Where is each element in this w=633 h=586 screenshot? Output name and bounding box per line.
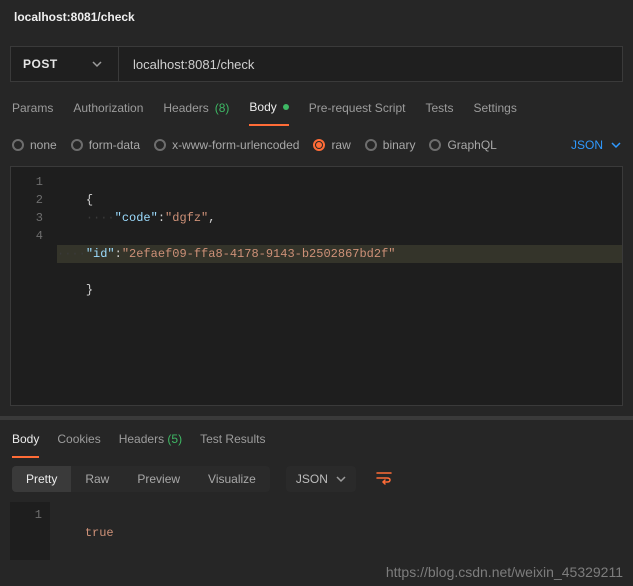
body-type-none[interactable]: none <box>12 138 57 152</box>
request-tabs: Params Authorization Headers (8) Body Pr… <box>0 82 633 126</box>
response-mime-selector[interactable]: JSON <box>286 466 356 492</box>
tab-settings[interactable]: Settings <box>474 100 517 126</box>
resp-tab-testresults[interactable]: Test Results <box>200 432 265 458</box>
chevron-down-icon <box>336 474 346 484</box>
tab-prerequest[interactable]: Pre-request Script <box>309 100 406 126</box>
watermark-text: https://blog.csdn.net/weixin_45329211 <box>386 564 623 580</box>
chevron-down-icon <box>611 140 621 150</box>
body-type-raw[interactable]: raw <box>313 138 350 152</box>
response-view-row: Pretty Raw Preview Visualize JSON <box>0 458 633 498</box>
body-type-graphql-label: GraphQL <box>447 138 496 152</box>
body-type-raw-label: raw <box>331 138 350 152</box>
tab-body[interactable]: Body <box>249 100 288 126</box>
editor-code[interactable]: { ····"code":"dgfz", ····"id":"2efaef09-… <box>51 167 622 405</box>
response-code[interactable]: true <box>50 502 623 560</box>
body-type-binary[interactable]: binary <box>365 138 416 152</box>
body-type-binary-label: binary <box>383 138 416 152</box>
raw-mime-label: JSON <box>571 138 603 152</box>
chevron-down-icon <box>92 59 102 69</box>
editor-gutter: 1 2 3 4 <box>11 167 51 405</box>
body-type-urlencoded[interactable]: x-www-form-urlencoded <box>154 138 299 152</box>
tab-headers-label: Headers <box>163 101 208 115</box>
http-method-selector[interactable]: POST <box>11 47 119 81</box>
body-active-dot-icon <box>283 104 289 110</box>
resp-tab-headers-count: (5) <box>167 432 182 446</box>
tab-params[interactable]: Params <box>12 100 53 126</box>
url-input[interactable]: localhost:8081/check <box>119 47 622 81</box>
tab-tests[interactable]: Tests <box>425 100 453 126</box>
request-url-bar: POST localhost:8081/check <box>10 46 623 82</box>
wrap-lines-icon[interactable] <box>370 467 398 492</box>
tab-headers[interactable]: Headers (8) <box>163 100 229 126</box>
http-method-label: POST <box>23 57 58 71</box>
response-gutter: 1 <box>10 502 50 560</box>
response-mime-label: JSON <box>296 472 328 486</box>
tab-authorization[interactable]: Authorization <box>73 100 143 126</box>
view-raw[interactable]: Raw <box>71 466 123 492</box>
body-type-none-label: none <box>30 138 57 152</box>
resp-tab-headers[interactable]: Headers (5) <box>119 432 182 458</box>
request-body-editor[interactable]: 1 2 3 4 { ····"code":"dgfz", ····"id":"2… <box>10 166 623 406</box>
view-preview[interactable]: Preview <box>123 466 194 492</box>
response-body: 1 true <box>10 502 623 560</box>
tab-body-label: Body <box>249 100 276 114</box>
body-type-graphql[interactable]: GraphQL <box>429 138 496 152</box>
response-view-group: Pretty Raw Preview Visualize <box>12 466 270 492</box>
view-visualize[interactable]: Visualize <box>194 466 270 492</box>
body-type-formdata[interactable]: form-data <box>71 138 140 152</box>
body-type-row: none form-data x-www-form-urlencoded raw… <box>0 126 633 162</box>
tab-headers-count: (8) <box>215 101 230 115</box>
resp-tab-body[interactable]: Body <box>12 432 39 458</box>
body-type-formdata-label: form-data <box>89 138 140 152</box>
body-type-urlencoded-label: x-www-form-urlencoded <box>172 138 299 152</box>
view-pretty[interactable]: Pretty <box>12 466 71 492</box>
resp-tab-cookies[interactable]: Cookies <box>57 432 100 458</box>
request-tab-title: localhost:8081/check <box>0 0 633 30</box>
response-tabs: Body Cookies Headers (5) Test Results <box>0 420 633 458</box>
resp-tab-headers-label: Headers <box>119 432 164 446</box>
raw-mime-selector[interactable]: JSON <box>571 138 621 152</box>
